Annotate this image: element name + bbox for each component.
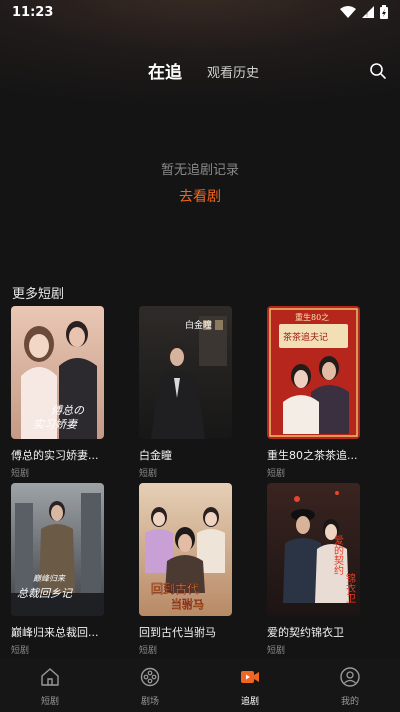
wifi-icon <box>340 6 356 18</box>
drama-poster[interactable]: 重生80之 茶茶追夫记 <box>267 306 360 439</box>
drama-card[interactable]: 回到古代 当驸马 回到古代当驸马 短剧 <box>139 483 233 656</box>
drama-title: 重生80之茶茶追... <box>267 449 358 462</box>
svg-text:重生80之: 重生80之 <box>295 312 329 322</box>
drama-card[interactable]: 白金瞳 白金瞳 短剧 <box>139 306 233 479</box>
svg-text:爱的契约: 爱的契约 <box>332 534 344 576</box>
drama-title: 巅峰归来总裁回... <box>11 626 99 639</box>
drama-title: 白金瞳 <box>139 449 172 462</box>
drama-title: 爱的契约锦衣卫 <box>267 626 344 639</box>
svg-text:实习娇妻: 实习娇妻 <box>33 418 79 431</box>
svg-text:回到古代: 回到古代 <box>151 581 199 596</box>
search-icon[interactable] <box>369 62 387 80</box>
drama-poster[interactable]: 白金瞳 <box>139 306 232 439</box>
drama-tag: 短剧 <box>139 469 158 479</box>
nav-label: 短剧 <box>40 697 59 707</box>
drama-tag: 短剧 <box>11 469 30 479</box>
profile-icon <box>340 667 360 687</box>
drama-tag: 短剧 <box>11 646 30 656</box>
home-icon <box>41 668 59 686</box>
drama-title: 回到古代当驸马 <box>139 626 216 639</box>
svg-text:巅峰归来: 巅峰归来 <box>33 574 66 583</box>
drama-poster[interactable]: 巅峰归来 总裁回乡记 <box>11 483 104 616</box>
svg-text:茶茶追夫记: 茶茶追夫记 <box>283 331 328 343</box>
drama-tag: 短剧 <box>267 646 286 656</box>
tab-watch-history[interactable]: 观看历史 <box>207 62 259 81</box>
nav-label: 追剧 <box>240 697 259 707</box>
section-title: 更多短剧 <box>12 287 65 302</box>
go-watch-link[interactable]: 去看剧 <box>0 186 400 206</box>
nav-item-short-drama[interactable]: 短剧 <box>0 658 100 712</box>
battery-icon <box>380 5 388 19</box>
status-time: 11:23 <box>12 4 54 20</box>
signal-icon: ! <box>362 6 374 18</box>
drama-title: 傅总的实习娇妻... <box>11 449 99 462</box>
drama-card[interactable]: 重生80之 茶茶追夫记 重生80之茶茶追... 短剧 <box>267 306 361 479</box>
status-bar: 11:23 ! <box>0 0 400 24</box>
drama-card[interactable]: 巅峰归来 总裁回乡记 巅峰归来总裁回... 短剧 <box>11 483 105 656</box>
nav-item-mine[interactable]: 我的 <box>300 658 400 712</box>
nav-label: 我的 <box>340 697 359 707</box>
svg-text:当驸马: 当驸马 <box>171 597 204 611</box>
app-screen: 11:23 ! 在追 观看历史 暂无追剧记录 去看剧 更多短剧 傅总の 实习娇妻… <box>0 0 400 712</box>
drama-card[interactable]: 爱的契约 锦衣卫 爱的契约锦衣卫 短剧 <box>267 483 361 656</box>
svg-text:!: ! <box>366 13 368 18</box>
header-tabs: 在追 观看历史 <box>0 56 400 86</box>
film-reel-icon <box>140 667 160 687</box>
nav-item-following[interactable]: 追剧 <box>200 658 300 712</box>
svg-text:总裁回乡记: 总裁回乡记 <box>17 587 73 600</box>
video-camera-icon <box>241 671 259 683</box>
drama-poster[interactable]: 回到古代 当驸马 <box>139 483 232 616</box>
empty-state-message: 暂无追剧记录 <box>160 163 239 178</box>
nav-item-theater[interactable]: 剧场 <box>100 658 200 712</box>
drama-poster[interactable]: 傅总の 实习娇妻 <box>11 306 104 439</box>
svg-text:锦衣卫: 锦衣卫 <box>344 572 356 603</box>
status-icons: ! <box>340 5 388 19</box>
tab-following[interactable]: 在追 <box>148 58 182 83</box>
nav-label: 剧场 <box>140 697 159 707</box>
drama-card[interactable]: 傅总の 实习娇妻 傅总的实习娇妻... 短剧 <box>11 306 105 479</box>
svg-text:傅总の: 傅总の <box>51 404 85 417</box>
drama-tag: 短剧 <box>139 646 158 656</box>
svg-text:白金瞳: 白金瞳 <box>185 319 212 331</box>
bottom-nav: 短剧 剧场 追剧 我的 <box>0 658 400 712</box>
drama-tag: 短剧 <box>267 469 286 479</box>
drama-poster[interactable]: 爱的契约 锦衣卫 <box>267 483 360 616</box>
